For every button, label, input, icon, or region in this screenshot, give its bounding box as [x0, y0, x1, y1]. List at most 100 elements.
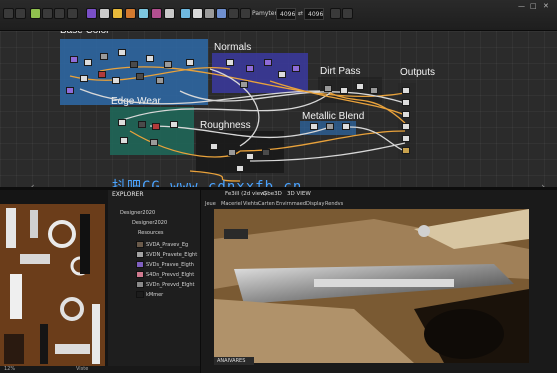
close-icon[interactable]: ✕ — [543, 2, 549, 10]
resource-thumbnail — [136, 261, 144, 268]
options-icon[interactable] — [342, 8, 353, 19]
wire — [249, 142, 406, 162]
node-white-icon[interactable] — [99, 8, 110, 19]
tool-2-icon[interactable] — [192, 8, 203, 19]
tab-2d-view[interactable]: Fe3ill (2d view) — [225, 191, 267, 197]
size-dropdown-1[interactable]: 4096 — [276, 8, 296, 20]
tool-4-icon[interactable] — [216, 8, 227, 19]
node-cyan-icon[interactable] — [138, 8, 149, 19]
3d-render-image — [214, 209, 529, 363]
node[interactable] — [226, 59, 234, 66]
node[interactable] — [164, 61, 172, 68]
node[interactable] — [130, 61, 138, 68]
explorer-title: EXPLORER — [112, 191, 144, 198]
minimize-icon[interactable]: — — [518, 2, 525, 10]
node[interactable] — [246, 65, 254, 72]
tree-item-package[interactable]: Designer2020 — [120, 210, 155, 216]
pin-icon[interactable] — [42, 8, 53, 19]
texture-preview-image — [0, 204, 105, 373]
3d-viewport[interactable] — [214, 209, 529, 363]
output-node[interactable] — [402, 135, 410, 142]
node[interactable] — [370, 87, 378, 94]
tree-item-resource[interactable]: S4Dn_Prevvd_Elght — [146, 272, 194, 278]
node-graph[interactable]: Base Color Normals Dirt Pass Outputs Edg… — [0, 31, 557, 187]
node[interactable] — [150, 139, 158, 146]
node[interactable] — [326, 123, 334, 130]
node-magenta-icon[interactable] — [151, 8, 162, 19]
texture-preview[interactable] — [0, 204, 105, 373]
menu-display[interactable]: Display — [306, 201, 324, 207]
node[interactable] — [136, 73, 144, 80]
output-node[interactable] — [402, 147, 410, 154]
maximize-icon[interactable]: □ — [530, 2, 537, 10]
node[interactable] — [342, 123, 350, 130]
menu-material[interactable]: Maceriel — [221, 201, 242, 207]
menu-renderer[interactable]: Rendvs — [325, 201, 343, 207]
node-purple-icon[interactable] — [86, 8, 97, 19]
node[interactable] — [324, 85, 332, 92]
output-node[interactable] — [402, 87, 410, 94]
node[interactable] — [138, 121, 146, 128]
new-graph-icon[interactable] — [15, 8, 26, 19]
node[interactable] — [292, 65, 300, 72]
output-node[interactable] — [402, 111, 410, 118]
menu-scene[interactable]: Jeue — [205, 201, 216, 207]
menu-camera[interactable]: Carten — [258, 201, 275, 207]
node[interactable] — [152, 123, 160, 130]
tool-5-icon[interactable] — [228, 8, 239, 19]
node[interactable] — [98, 71, 106, 78]
node[interactable] — [228, 149, 236, 156]
undo-icon[interactable] — [54, 8, 65, 19]
node-orange-icon[interactable] — [125, 8, 136, 19]
tree-item-resource[interactable]: kMmer — [146, 292, 163, 298]
node[interactable] — [120, 137, 128, 144]
node[interactable] — [118, 119, 126, 126]
node[interactable] — [236, 165, 244, 172]
node[interactable] — [246, 153, 254, 160]
tree-item-graph[interactable]: Designer2020 — [132, 220, 167, 226]
menu-environment[interactable]: Envirnmaed — [276, 201, 306, 207]
node[interactable] — [156, 77, 164, 84]
resource-thumbnail — [136, 291, 144, 298]
save-icon[interactable] — [30, 8, 41, 19]
node[interactable] — [118, 49, 126, 56]
node[interactable] — [210, 143, 218, 150]
node[interactable] — [146, 55, 154, 62]
node[interactable] — [84, 59, 92, 66]
menu-icon[interactable] — [3, 8, 14, 19]
node[interactable] — [70, 56, 78, 63]
tree-item-resource[interactable]: SVDN_Pravete_Elght — [146, 252, 197, 258]
tab-graph[interactable]: Gbe3D — [263, 191, 282, 197]
resource-thumbnail — [136, 271, 144, 278]
node-grey-icon[interactable] — [164, 8, 175, 19]
tree-item-resources[interactable]: Resources — [138, 230, 164, 236]
output-node[interactable] — [402, 123, 410, 130]
node[interactable] — [112, 77, 120, 84]
tree-item-resource[interactable]: SVDs_Pravve_Elgth — [146, 262, 194, 268]
size-dropdown-2[interactable]: 4096 — [304, 8, 324, 20]
node[interactable] — [170, 121, 178, 128]
tab-3d-view[interactable]: 3D VIEW — [287, 191, 311, 197]
link-icon[interactable]: ⇄ — [298, 10, 303, 17]
random-seed-icon[interactable] — [330, 8, 341, 19]
tool-6-icon[interactable] — [240, 8, 251, 19]
tree-item-resource[interactable]: SVDn_Prevvd_Elght — [146, 282, 195, 288]
node[interactable] — [340, 87, 348, 94]
node[interactable] — [278, 71, 286, 78]
node[interactable] — [264, 59, 272, 66]
node[interactable] — [66, 87, 74, 94]
node[interactable] — [310, 123, 318, 130]
menu-lights[interactable]: Viehts — [243, 201, 259, 207]
node[interactable] — [100, 53, 108, 60]
node[interactable] — [80, 75, 88, 82]
move-icon[interactable] — [67, 8, 78, 19]
tree-item-resource[interactable]: SVDA_Pravev_Eg — [146, 242, 188, 248]
node[interactable] — [356, 83, 364, 90]
node[interactable] — [186, 59, 194, 66]
output-node[interactable] — [402, 99, 410, 106]
node[interactable] — [240, 81, 248, 88]
node-yellow-icon[interactable] — [112, 8, 123, 19]
tool-3-icon[interactable] — [204, 8, 215, 19]
tool-1-icon[interactable] — [180, 8, 191, 19]
node[interactable] — [262, 149, 270, 156]
